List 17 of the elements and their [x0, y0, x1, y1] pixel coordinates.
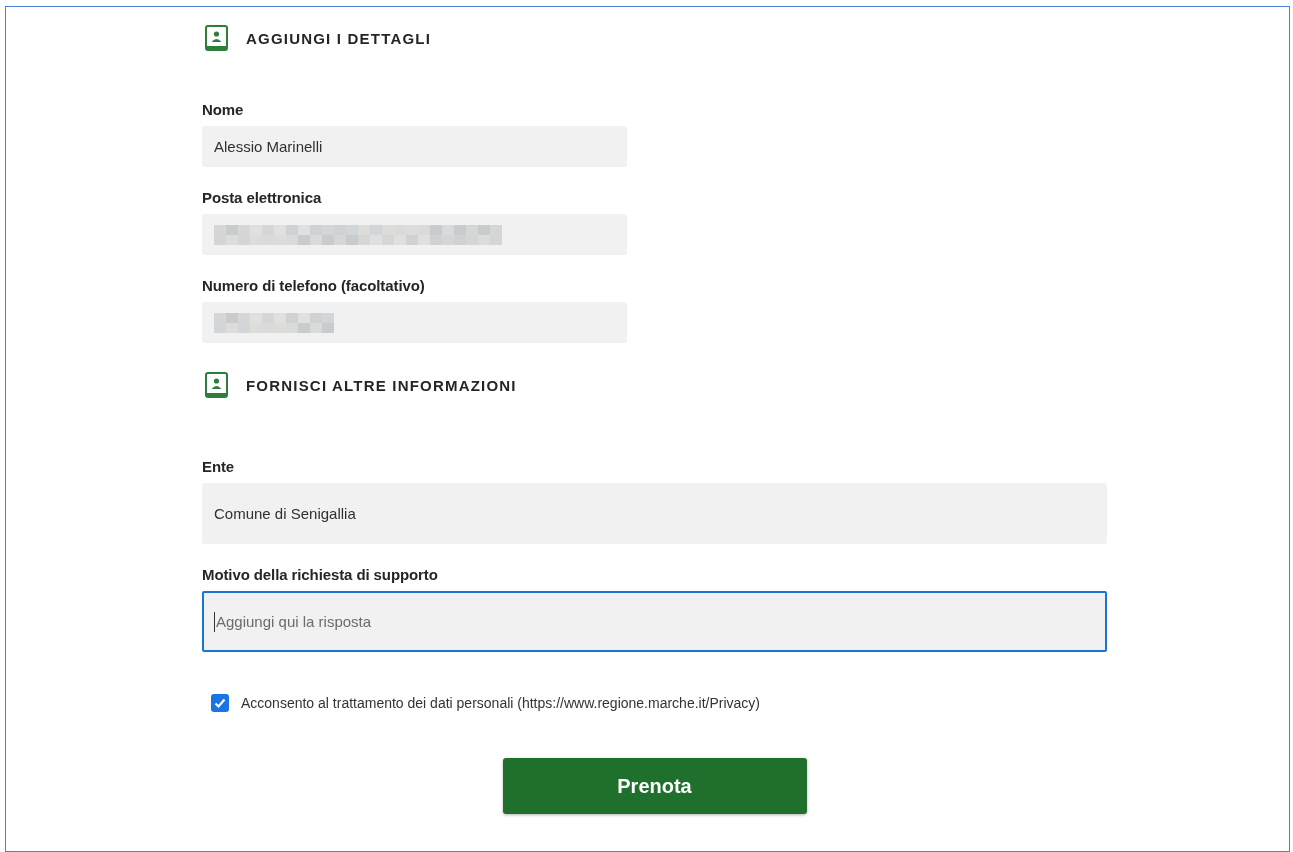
- section-heading: FORNISCI ALTRE INFORMAZIONI: [246, 376, 517, 394]
- input-field[interactable]: [202, 302, 627, 343]
- input-field[interactable]: [202, 214, 627, 255]
- field-label: Posta elettronica: [202, 189, 323, 206]
- section-heading: AGGIUNGI I DETTAGLI: [246, 29, 432, 47]
- contact-card-icon: [205, 372, 228, 398]
- field-label: Numero di telefono (facoltativo): [202, 277, 426, 294]
- contact-card-icon: [205, 25, 228, 51]
- field-label: Ente: [202, 458, 236, 475]
- checkbox[interactable]: [211, 694, 229, 712]
- submit-button[interactable]: Prenota: [502, 758, 807, 814]
- field-label: Motivo della richiesta di supporto: [202, 566, 439, 583]
- input-field[interactable]: Aggiungi qui la risposta: [202, 591, 1107, 652]
- consent-label: Acconsento al trattamento dei dati personali (https://www.regione.marche.it/Privacy): [241, 695, 761, 711]
- field-label: Nome: [202, 101, 245, 118]
- input-field[interactable]: Comune di Senigallia: [202, 483, 1107, 544]
- input-field[interactable]: Alessio Marinelli: [202, 126, 627, 167]
